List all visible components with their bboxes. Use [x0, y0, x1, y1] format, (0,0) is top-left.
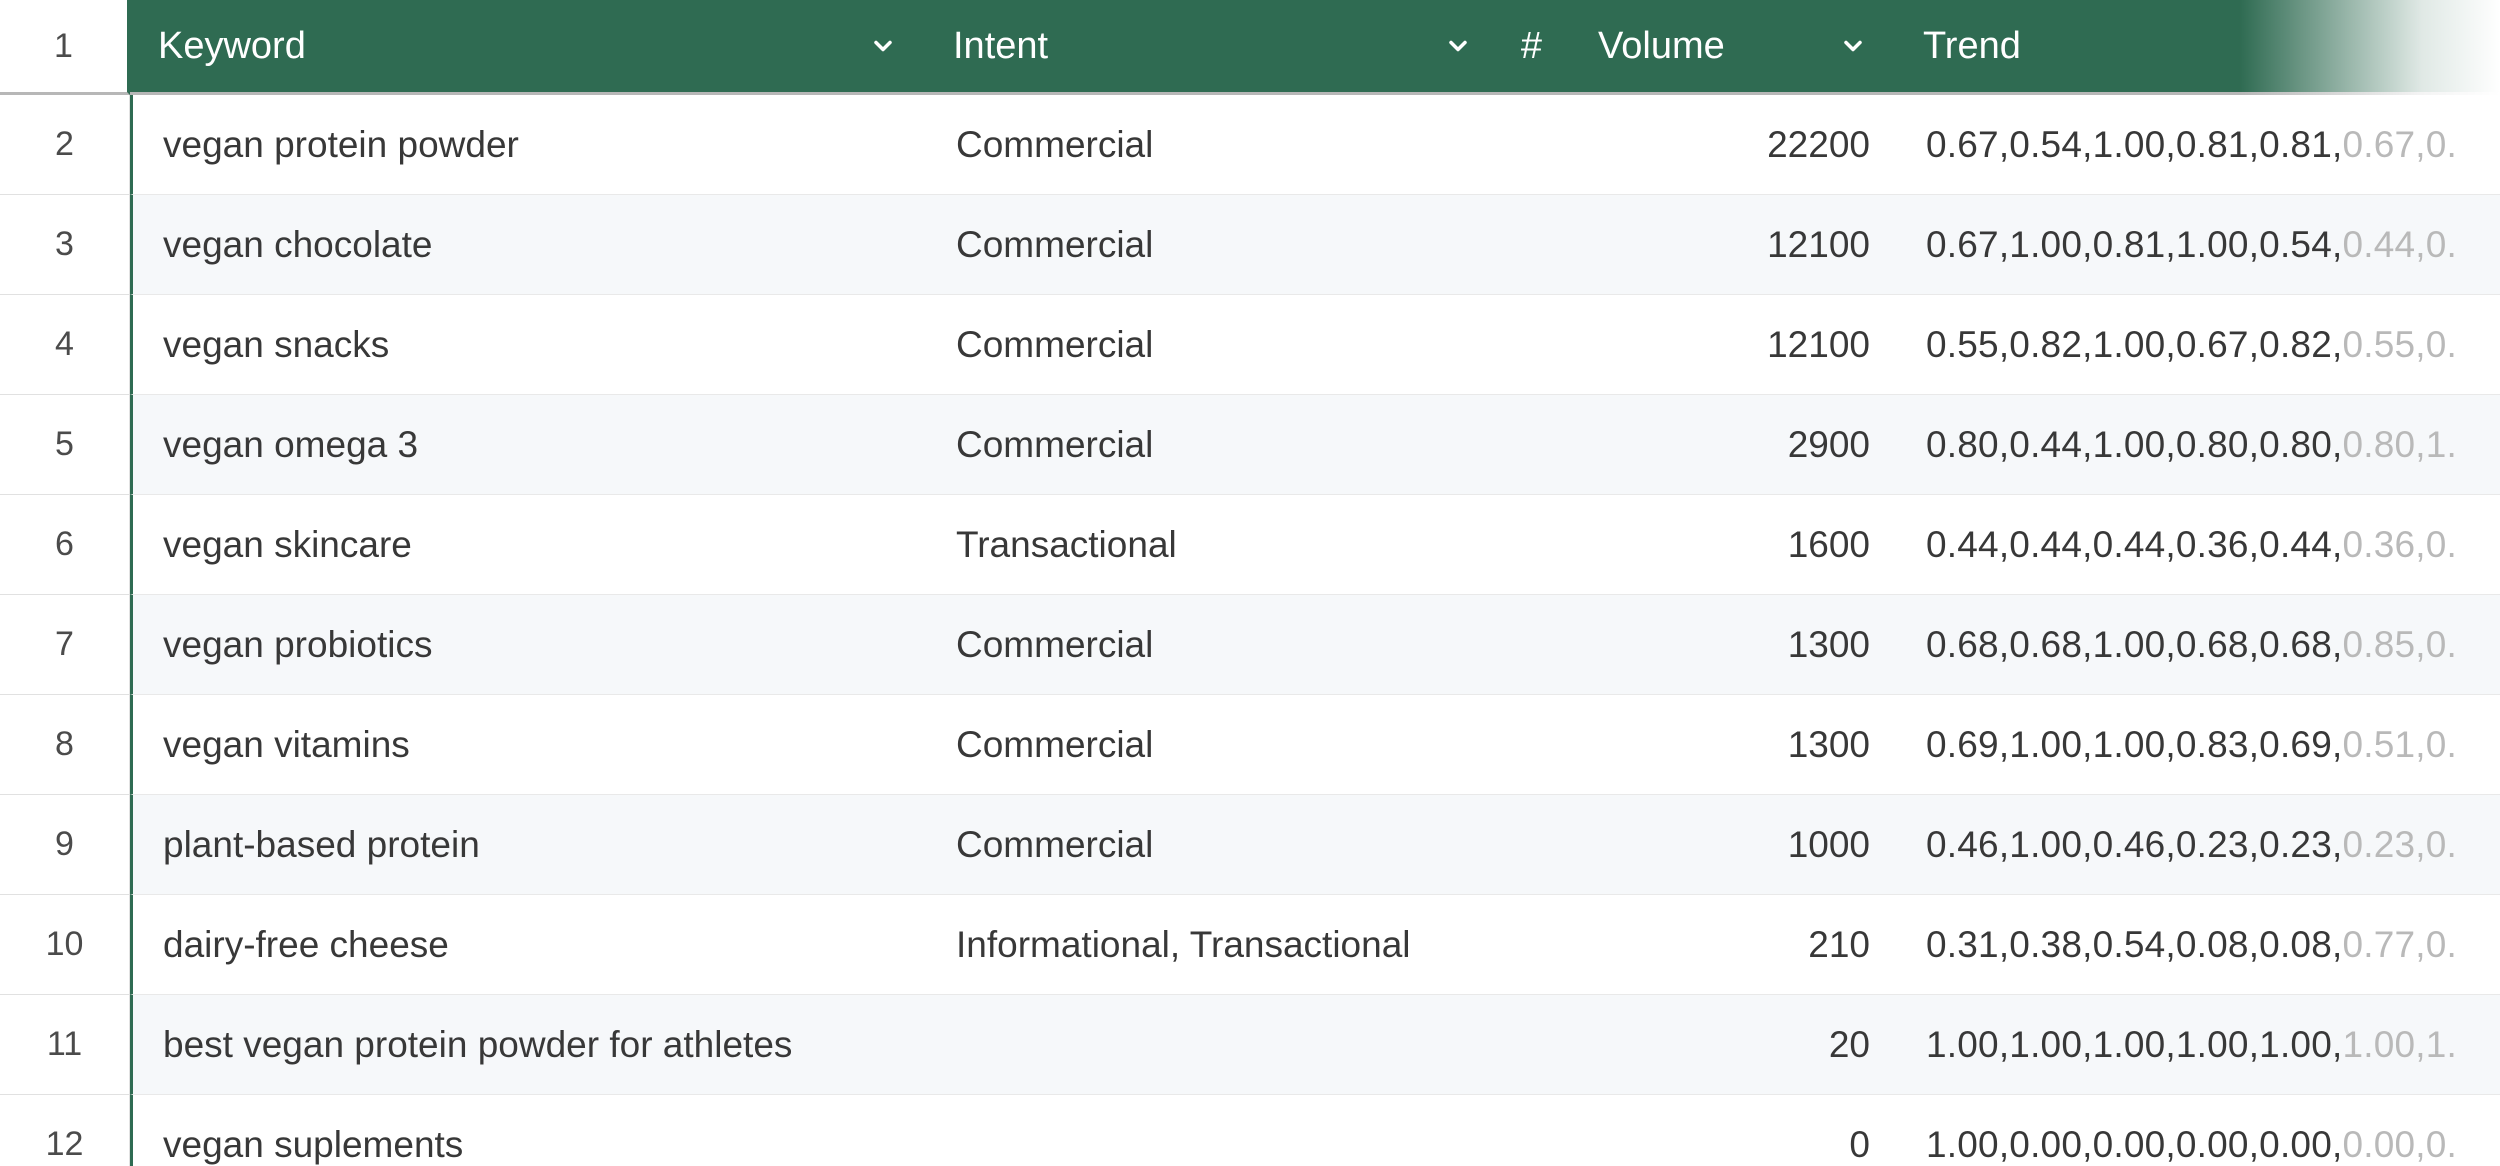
cell-volume[interactable]: 210	[1573, 924, 1898, 966]
cell-intent[interactable]: Commercial	[928, 724, 1503, 766]
table-row[interactable]: vegan suplements 0 1.00,0.00,0.00,0.00,0…	[130, 1095, 2500, 1166]
cell-volume[interactable]: 22200	[1573, 124, 1898, 166]
table-header: Keyword Intent # Volume T	[130, 0, 2500, 95]
table-row[interactable]: vegan skincare Transactional 1600 0.44,0…	[130, 495, 2500, 595]
cell-trend[interactable]: 0.31,0.38,0.54,0.08,0.08,0.77,0.	[1898, 924, 2500, 966]
row-number[interactable]: 8	[0, 695, 130, 795]
spreadsheet: 1 2 3 4 5 6 7 8 9 10 11 12 Keyword Inten…	[0, 0, 2500, 1166]
table-row[interactable]: dairy-free cheese Informational, Transac…	[130, 895, 2500, 995]
cell-trend[interactable]: 1.00,1.00,1.00,1.00,1.00,1.00,1.	[1898, 1024, 2500, 1066]
cell-trend[interactable]: 0.46,1.00,0.46,0.23,0.23,0.23,0.	[1898, 824, 2500, 866]
row-number[interactable]: 12	[0, 1095, 130, 1166]
cell-intent[interactable]: Informational, Transactional	[928, 924, 1503, 966]
cell-trend[interactable]: 0.67,0.54,1.00,0.81,0.81,0.67,0.	[1898, 124, 2500, 166]
cell-intent[interactable]: Commercial	[928, 824, 1503, 866]
chevron-down-icon[interactable]	[1839, 32, 1867, 60]
cell-volume[interactable]: 1300	[1573, 724, 1898, 766]
row-number[interactable]: 2	[0, 95, 130, 195]
column-header-intent[interactable]: Intent	[925, 0, 1500, 92]
row-number[interactable]: 4	[0, 295, 130, 395]
column-header-volume[interactable]: Volume	[1570, 0, 1895, 92]
cell-keyword[interactable]: dairy-free cheese	[133, 924, 928, 966]
chevron-down-icon[interactable]	[1444, 32, 1472, 60]
table-row[interactable]: vegan protein powder Commercial 22200 0.…	[130, 95, 2500, 195]
cell-keyword[interactable]: vegan suplements	[133, 1124, 928, 1166]
table-row[interactable]: vegan chocolate Commercial 12100 0.67,1.…	[130, 195, 2500, 295]
cell-volume[interactable]: 12100	[1573, 324, 1898, 366]
column-label: Intent	[953, 25, 1444, 68]
cell-keyword[interactable]: vegan chocolate	[133, 224, 928, 266]
table-row[interactable]: vegan vitamins Commercial 1300 0.69,1.00…	[130, 695, 2500, 795]
cell-intent[interactable]: Commercial	[928, 124, 1503, 166]
cell-volume[interactable]: 2900	[1573, 424, 1898, 466]
cell-keyword[interactable]: vegan vitamins	[133, 724, 928, 766]
column-label: #	[1521, 25, 1542, 68]
row-number[interactable]: 10	[0, 895, 130, 995]
column-header-trend[interactable]: Trend	[1895, 0, 2500, 92]
cell-volume[interactable]: 1300	[1573, 624, 1898, 666]
cell-keyword[interactable]: vegan probiotics	[133, 624, 928, 666]
column-label: Keyword	[158, 25, 869, 68]
cell-volume[interactable]: 1000	[1573, 824, 1898, 866]
column-label: Trend	[1923, 25, 2472, 68]
row-number[interactable]: 9	[0, 795, 130, 895]
table-body: Keyword Intent # Volume T	[130, 0, 2500, 1166]
cell-intent[interactable]: Commercial	[928, 324, 1503, 366]
cell-keyword[interactable]: vegan omega 3	[133, 424, 928, 466]
table-row[interactable]: vegan probiotics Commercial 1300 0.68,0.…	[130, 595, 2500, 695]
cell-intent[interactable]: Commercial	[928, 224, 1503, 266]
column-header-keyword[interactable]: Keyword	[130, 0, 925, 92]
table-row[interactable]: vegan snacks Commercial 12100 0.55,0.82,…	[130, 295, 2500, 395]
cell-keyword[interactable]: vegan snacks	[133, 324, 928, 366]
chevron-down-icon[interactable]	[869, 32, 897, 60]
cell-trend[interactable]: 0.67,1.00,0.81,1.00,0.54,0.44,0.	[1898, 224, 2500, 266]
cell-volume[interactable]: 12100	[1573, 224, 1898, 266]
cell-intent[interactable]: Transactional	[928, 524, 1503, 566]
row-number[interactable]: 3	[0, 195, 130, 295]
row-number[interactable]: 6	[0, 495, 130, 595]
table-row[interactable]: best vegan protein powder for athletes 2…	[130, 995, 2500, 1095]
column-label: Volume	[1598, 25, 1839, 68]
cell-trend[interactable]: 0.80,0.44,1.00,0.80,0.80,0.80,1.	[1898, 424, 2500, 466]
cell-intent[interactable]: Commercial	[928, 424, 1503, 466]
cell-keyword[interactable]: vegan protein powder	[133, 124, 928, 166]
cell-trend[interactable]: 0.55,0.82,1.00,0.67,0.82,0.55,0.	[1898, 324, 2500, 366]
row-number[interactable]: 7	[0, 595, 130, 695]
cell-keyword[interactable]: vegan skincare	[133, 524, 928, 566]
cell-volume[interactable]: 1600	[1573, 524, 1898, 566]
row-number-header[interactable]: 1	[0, 0, 130, 95]
cell-volume[interactable]: 0	[1573, 1124, 1898, 1166]
cell-keyword[interactable]: best vegan protein powder for athletes	[133, 1024, 928, 1066]
table-row[interactable]: vegan omega 3 Commercial 2900 0.80,0.44,…	[130, 395, 2500, 495]
cell-trend[interactable]: 1.00,0.00,0.00,0.00,0.00,0.00,0.	[1898, 1124, 2500, 1166]
table-row[interactable]: plant-based protein Commercial 1000 0.46…	[130, 795, 2500, 895]
cell-trend[interactable]: 0.44,0.44,0.44,0.36,0.44,0.36,0.	[1898, 524, 2500, 566]
cell-trend[interactable]: 0.68,0.68,1.00,0.68,0.68,0.85,0.	[1898, 624, 2500, 666]
column-header-hash[interactable]: #	[1500, 0, 1570, 92]
row-number-gutter: 1 2 3 4 5 6 7 8 9 10 11 12	[0, 0, 130, 1166]
cell-volume[interactable]: 20	[1573, 1024, 1898, 1066]
cell-trend[interactable]: 0.69,1.00,1.00,0.83,0.69,0.51,0.	[1898, 724, 2500, 766]
cell-keyword[interactable]: plant-based protein	[133, 824, 928, 866]
cell-intent[interactable]: Commercial	[928, 624, 1503, 666]
row-number[interactable]: 5	[0, 395, 130, 495]
row-number[interactable]: 11	[0, 995, 130, 1095]
